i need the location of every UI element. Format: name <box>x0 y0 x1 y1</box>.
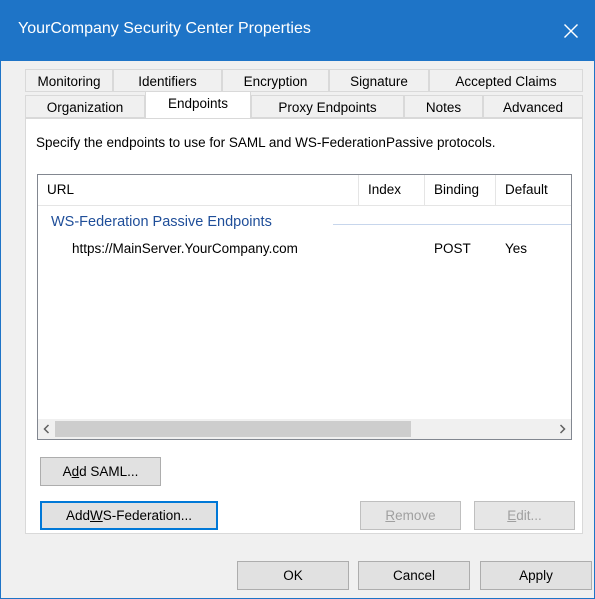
scroll-left-button[interactable] <box>38 419 55 439</box>
cancel-button[interactable]: Cancel <box>358 561 470 590</box>
column-header-index[interactable]: Index <box>359 175 425 205</box>
add-wsfed-label-prefix: Add <box>65 508 90 523</box>
edit-mnemonic: E <box>507 508 517 523</box>
add-saml-label-suffix: d SAML... <box>79 464 139 479</box>
cell-binding: POST <box>434 241 471 256</box>
cell-default: Yes <box>505 241 528 256</box>
column-header-default[interactable]: Default <box>496 175 571 205</box>
endpoints-list[interactable]: URL Index Binding Default WS-Federation … <box>37 174 572 440</box>
tab-organization[interactable]: Organization <box>25 95 145 118</box>
tab-monitoring[interactable]: Monitoring <box>25 69 113 92</box>
remove-mnemonic: R <box>385 508 396 523</box>
chevron-left-icon <box>43 424 50 434</box>
add-ws-federation-button[interactable]: Add W S-Federation... <box>40 501 218 530</box>
tab-advanced[interactable]: Advanced <box>483 95 583 118</box>
close-button[interactable] <box>548 1 594 61</box>
add-saml-mnemonic: d <box>71 464 80 479</box>
endpoints-description: Specify the endpoints to use for SAML an… <box>36 135 496 150</box>
tab-identifiers[interactable]: Identifiers <box>113 69 222 92</box>
group-divider <box>333 224 571 225</box>
cell-url: https://MainServer.YourCompany.com <box>72 241 298 256</box>
add-wsfed-label-suffix: S-Federation... <box>102 508 193 523</box>
tab-strip: Monitoring Identifiers Encryption Signat… <box>25 69 583 119</box>
chevron-right-icon <box>559 424 566 434</box>
properties-dialog: YourCompany Security Center Properties M… <box>0 0 595 599</box>
remove-button[interactable]: Remove <box>360 501 461 530</box>
tab-proxy-endpoints[interactable]: Proxy Endpoints <box>251 95 404 118</box>
edit-label-suffix: dit... <box>516 508 542 523</box>
edit-button[interactable]: Edit... <box>474 501 575 530</box>
scroll-right-button[interactable] <box>554 419 571 439</box>
ok-button[interactable]: OK <box>237 561 349 590</box>
column-header-binding[interactable]: Binding <box>425 175 496 205</box>
group-header[interactable]: WS-Federation Passive Endpoints <box>51 214 272 230</box>
tab-encryption[interactable]: Encryption <box>222 69 329 92</box>
title-bar: YourCompany Security Center Properties <box>1 1 594 61</box>
tab-endpoints[interactable]: Endpoints <box>145 91 251 118</box>
tab-notes[interactable]: Notes <box>404 95 483 118</box>
tab-accepted-claims[interactable]: Accepted Claims <box>429 69 583 92</box>
horizontal-scrollbar[interactable] <box>38 419 571 439</box>
scroll-thumb[interactable] <box>55 421 411 437</box>
list-header: URL Index Binding Default <box>38 175 571 206</box>
apply-button[interactable]: Apply <box>480 561 592 590</box>
endpoints-panel: Specify the endpoints to use for SAML an… <box>25 118 583 534</box>
add-saml-label-prefix: A <box>62 464 72 479</box>
column-header-url[interactable]: URL <box>38 175 359 205</box>
window-title: YourCompany Security Center Properties <box>18 20 311 37</box>
add-saml-button[interactable]: Add SAML... <box>40 457 161 486</box>
remove-label-suffix: emove <box>395 508 436 523</box>
add-wsfed-mnemonic: W <box>89 508 103 523</box>
tab-signature[interactable]: Signature <box>329 69 429 92</box>
close-icon <box>564 24 578 38</box>
